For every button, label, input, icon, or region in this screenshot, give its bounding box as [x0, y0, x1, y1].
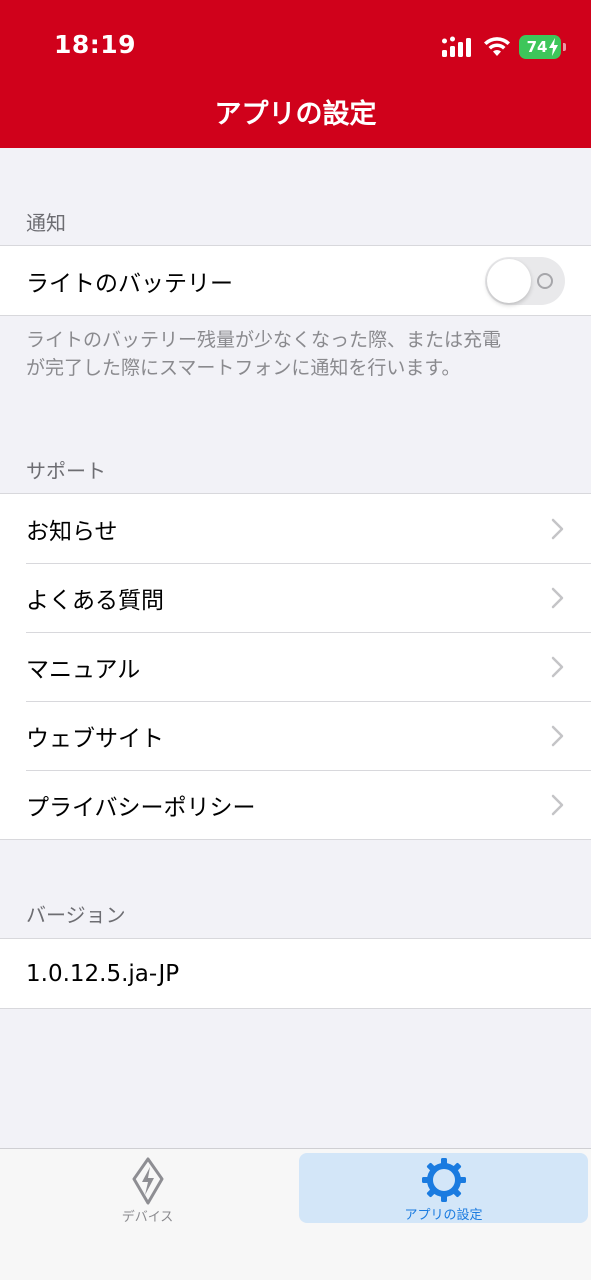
battery-level: 74: [526, 38, 548, 56]
support-item-privacy-policy[interactable]: プライバシーポリシー: [0, 770, 591, 839]
device-icon: [131, 1157, 165, 1205]
battery-notification-toggle[interactable]: [485, 257, 565, 305]
toggle-knob: [487, 259, 531, 303]
cellular-signal-icon: [442, 36, 471, 57]
chevron-right-icon: [551, 518, 564, 540]
section-header-support: サポート: [26, 459, 106, 483]
gear-icon: [421, 1157, 467, 1203]
tab-label: デバイス: [121, 1210, 174, 1225]
support-item-news[interactable]: お知らせ: [0, 494, 591, 563]
tab-devices[interactable]: デバイス: [4, 1153, 291, 1225]
support-item-label: プライバシーポリシー: [26, 794, 256, 821]
battery-indicator: 74: [519, 35, 566, 59]
notifications-group: ライトのバッテリー: [0, 245, 591, 316]
toggle-off-indicator: [537, 273, 553, 289]
support-group: お知らせ よくある質問 マニュアル ウェブサイト プライバシーポリシー: [0, 493, 591, 840]
app-header: 18:19 74 アプリの設定: [0, 0, 591, 148]
tab-bar: デバイス アプリの設定: [0, 1148, 591, 1280]
chevron-right-icon: [551, 656, 564, 678]
tab-label: アプリの設定: [404, 1208, 483, 1223]
chevron-right-icon: [551, 725, 564, 747]
wifi-icon: [484, 37, 510, 56]
page-title: アプリの設定: [214, 99, 377, 130]
support-item-faq[interactable]: よくある質問: [0, 563, 591, 632]
battery-notification-label: ライトのバッテリー: [26, 270, 233, 297]
status-icons: 74: [441, 34, 566, 60]
support-item-manual[interactable]: マニュアル: [0, 632, 591, 701]
section-header-notifications: 通知: [26, 211, 66, 235]
charging-bolt-icon: [549, 38, 558, 56]
support-item-label: お知らせ: [26, 518, 118, 545]
support-item-label: マニュアル: [26, 656, 141, 683]
version-row: 1.0.12.5.ja-JP: [0, 939, 591, 1008]
support-item-website[interactable]: ウェブサイト: [0, 701, 591, 770]
support-item-label: ウェブサイト: [26, 725, 164, 752]
chevron-right-icon: [551, 794, 564, 816]
battery-notification-row: ライトのバッテリー: [0, 246, 591, 315]
notification-description: ライトのバッテリー残量が少なくなった際、または充電が完了した際にスマートフォンに…: [26, 329, 502, 379]
status-time: 18:19: [54, 30, 137, 59]
version-group: 1.0.12.5.ja-JP: [0, 938, 591, 1009]
section-header-version: バージョン: [26, 903, 126, 927]
chevron-right-icon: [551, 587, 564, 609]
version-value: 1.0.12.5.ja-JP: [26, 960, 180, 987]
support-item-label: よくある質問: [26, 587, 164, 614]
tab-app-settings[interactable]: アプリの設定: [299, 1153, 588, 1223]
